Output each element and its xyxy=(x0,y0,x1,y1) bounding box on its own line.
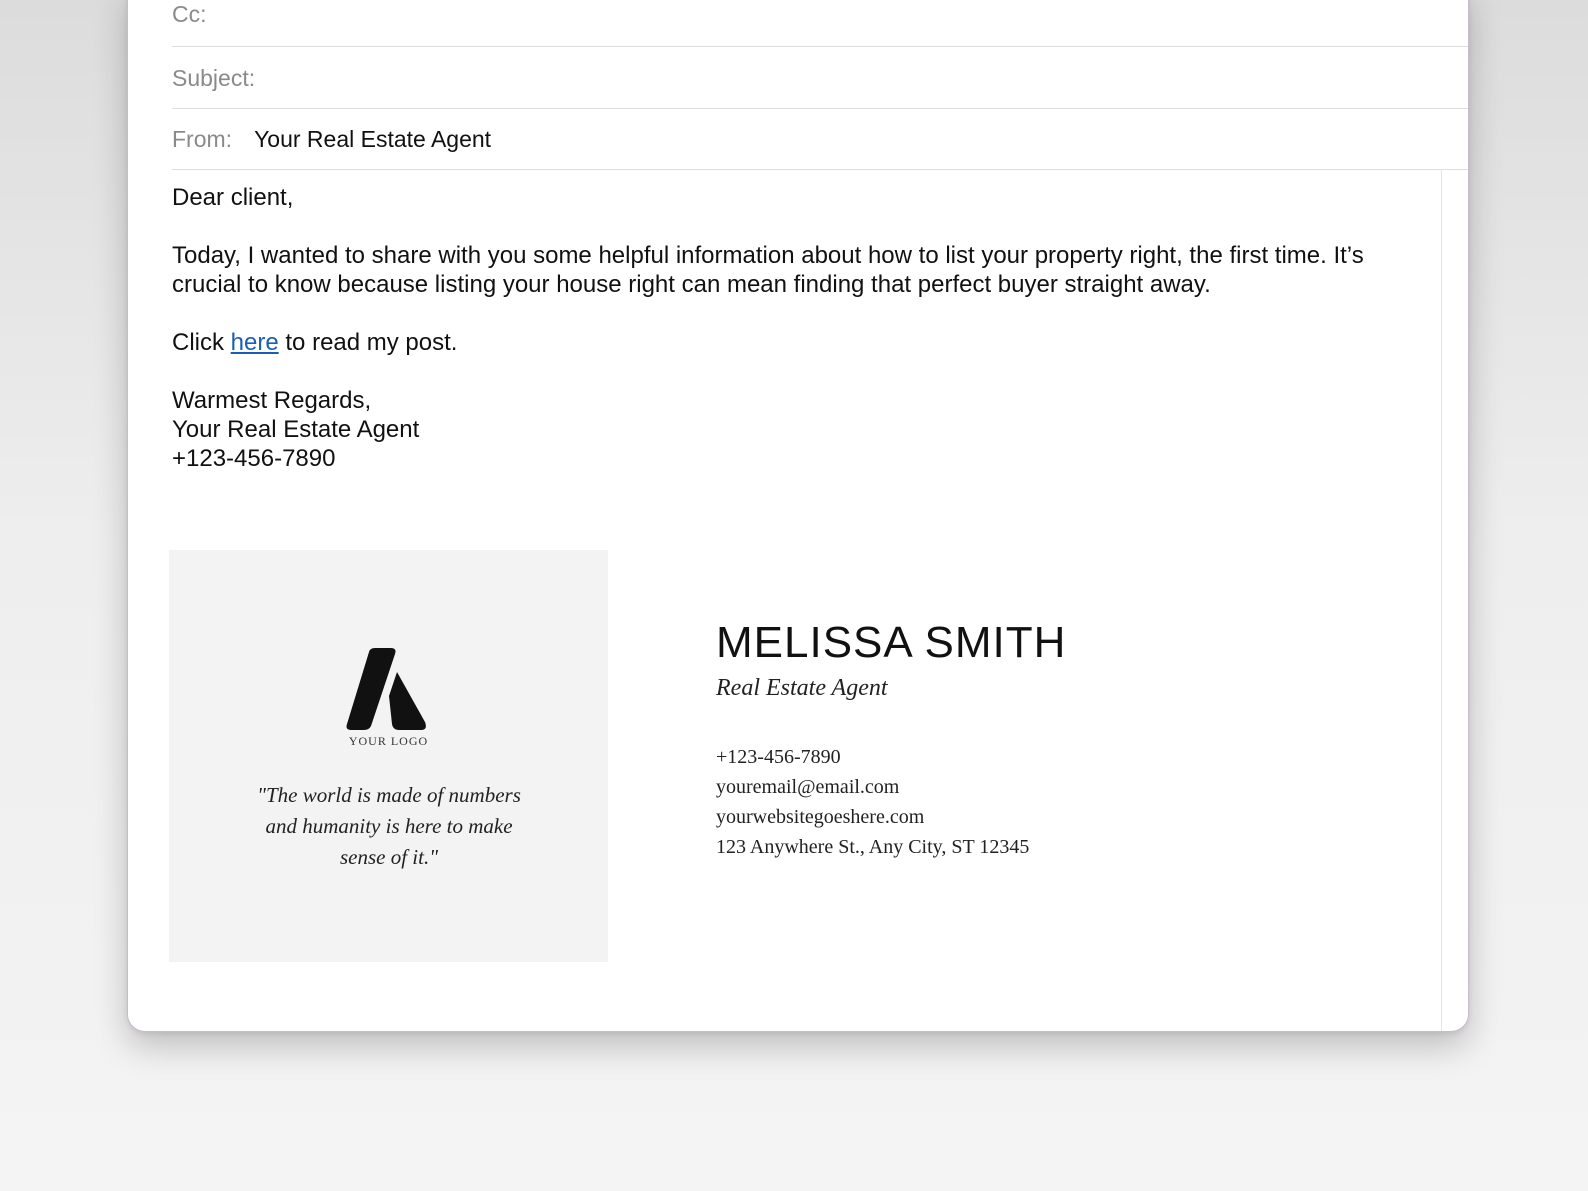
subject-field[interactable]: Subject: xyxy=(172,48,1468,109)
greeting: Dear client, xyxy=(172,184,294,211)
signature-title: Real Estate Agent xyxy=(716,675,888,701)
from-label: From: xyxy=(172,125,233,152)
post-link[interactable]: here xyxy=(231,329,279,356)
cc-label: Cc: xyxy=(172,1,207,27)
email-body[interactable]: Dear client, Today, I wanted to share wi… xyxy=(172,183,1412,473)
mail-compose-window: Cc: Subject: From: Your Real Estate Agen… xyxy=(127,0,1469,1032)
quote-line-2: and humanity is here to make xyxy=(265,814,513,838)
from-value[interactable]: Your Real Estate Agent xyxy=(254,126,491,153)
click-prefix: Click xyxy=(172,329,231,356)
signature-contacts: +123-456-7890 youremail@email.com yourwe… xyxy=(716,742,1216,862)
signature-name: MELISSA SMITH xyxy=(716,618,1067,667)
logo-text: YOUR LOGO xyxy=(348,734,429,748)
body-paragraph: Today, I wanted to share with you some h… xyxy=(172,242,1364,298)
signature-details: MELISSA SMITH Real Estate Agent +123-456… xyxy=(716,617,1216,862)
click-line: Click here to read my post. xyxy=(172,328,1412,357)
body-scroll-divider xyxy=(1441,169,1442,1031)
signature-logo-panel: YOUR LOGO "The world is made of numbers … xyxy=(169,550,608,962)
click-suffix: to read my post. xyxy=(278,329,458,356)
signature-address: 123 Anywhere St., Any City, ST 12345 xyxy=(716,836,1030,858)
signature-website[interactable]: yourwebsitegoeshere.com xyxy=(716,802,1216,832)
quote-line-3: sense of it." xyxy=(339,845,439,869)
logo-icon xyxy=(346,648,426,730)
closing: Warmest Regards, xyxy=(172,387,372,414)
sender-name: Your Real Estate Agent xyxy=(172,416,420,443)
from-field[interactable]: From: Your Real Estate Agent xyxy=(172,109,1468,170)
signature-quote: "The world is made of numbers and humani… xyxy=(239,780,539,873)
sender-phone: +123-456-7890 xyxy=(172,445,336,472)
signature-email[interactable]: youremail@email.com xyxy=(716,772,1216,802)
signature-phone: +123-456-7890 xyxy=(716,746,841,768)
cc-field[interactable]: Cc: xyxy=(172,0,1468,47)
quote-line-1: "The world is made of numbers xyxy=(257,783,521,807)
subject-label: Subject: xyxy=(172,64,256,91)
